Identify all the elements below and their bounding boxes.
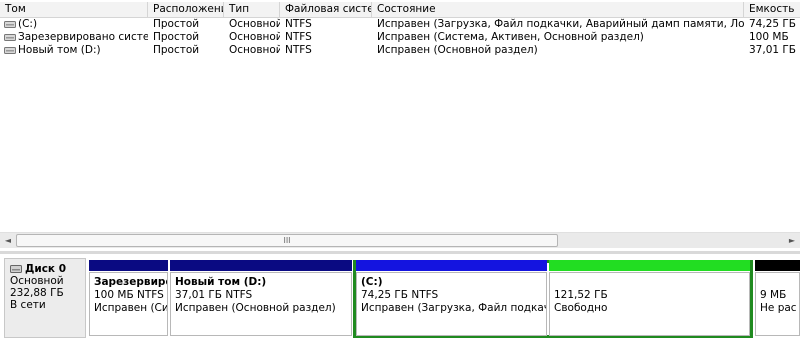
volume-filesystem: NTFS [285,31,312,43]
partition-bar [356,260,547,271]
partition-bar [755,260,800,271]
volume-layout: Простой [153,18,200,30]
volume-capacity: 74,25 ГБ [749,18,797,30]
partition-bar [549,260,750,271]
disk-state: В сети [10,299,46,311]
volume-list[interactable]: Том Расположение Тип Файловая система Со… [0,0,800,253]
partition-size: 37,01 ГБ NTFS [175,289,253,301]
disk-label[interactable]: Диск 0 Основной 232,88 ГБ В сети [4,258,86,338]
horizontal-scrollbar[interactable]: ◄ III ► [0,232,800,248]
volume-capacity: 100 МБ [749,31,789,43]
partition-name: Новый том (D:) [175,276,267,288]
partition-status: Исправен (Сис [94,302,168,314]
disk-icon [10,265,22,273]
disk-title: Диск 0 [25,263,67,275]
partition-c[interactable]: (C:) 74,25 ГБ NTFS Исправен (Загрузка, Ф… [356,260,547,336]
volume-filesystem: NTFS [285,44,312,56]
partition-bar [170,260,352,271]
volume-name: Новый том (D:) [18,44,101,56]
partition-status: Свободно [554,302,608,314]
volume-status: Исправен (Основной раздел) [377,44,538,56]
disk-map: Диск 0 Основной 232,88 ГБ В сети Зарезер… [0,254,800,338]
partition-status: Не рас [760,302,797,314]
scroll-left-arrow-icon[interactable]: ◄ [0,233,16,248]
volume-status: Исправен (Загрузка, Файл подкачки, Авари… [377,18,744,30]
partition-name: (C:) [361,276,383,288]
partition-size: 74,25 ГБ NTFS [361,289,439,301]
partition-status: Исправен (Основной раздел) [175,302,336,314]
partition-size: 100 МБ NTFS [94,289,164,301]
scroll-right-arrow-icon[interactable]: ► [784,233,800,248]
volume-name: (C:) [18,18,38,30]
partition-name: Зарезервиров [94,276,167,288]
volume-type: Основной [229,18,280,30]
volume-layout: Простой [153,44,200,56]
column-layout[interactable]: Расположение [148,2,224,17]
partition-reserved[interactable]: Зарезервиров 100 МБ NTFS Исправен (Сис [89,260,168,336]
unallocated-space[interactable]: 9 МБ Не рас [755,260,800,336]
column-status[interactable]: Состояние [372,2,744,17]
partition-size: 9 МБ [760,289,787,301]
disk-kind: Основной [10,275,64,287]
column-header: Том Расположение Тип Файловая система Со… [0,2,800,18]
volume-filesystem: NTFS [285,18,312,30]
volume-row[interactable]: Зарезервировано системой Простой Основно… [0,31,800,44]
volume-layout: Простой [153,31,200,43]
column-filesystem[interactable]: Файловая система [280,2,372,17]
volume-name: Зарезервировано системой [18,31,148,43]
column-type[interactable]: Тип [224,2,280,17]
partition-status: Исправен (Загрузка, Файл подкачки, Ава [361,302,546,314]
free-space[interactable]: 121,52 ГБ Свободно [549,260,750,336]
scroll-thumb[interactable]: III [16,234,558,247]
partition-size: 121,52 ГБ [554,289,608,301]
volume-row[interactable]: (C:) Простой Основной NTFS Исправен (Заг… [0,18,800,31]
partition-d[interactable]: Новый том (D:) 37,01 ГБ NTFS Исправен (О… [170,260,352,336]
column-volume[interactable]: Том [0,2,148,17]
volume-status: Исправен (Система, Активен, Основной раз… [377,31,644,43]
volume-type: Основной [229,31,280,43]
partition-bar [89,260,168,271]
column-capacity[interactable]: Емкость [744,2,800,17]
volume-row[interactable]: Новый том (D:) Простой Основной NTFS Исп… [0,44,800,57]
volume-type: Основной [229,44,280,56]
volume-capacity: 37,01 ГБ [749,44,797,56]
disk-size: 232,88 ГБ [10,287,64,299]
